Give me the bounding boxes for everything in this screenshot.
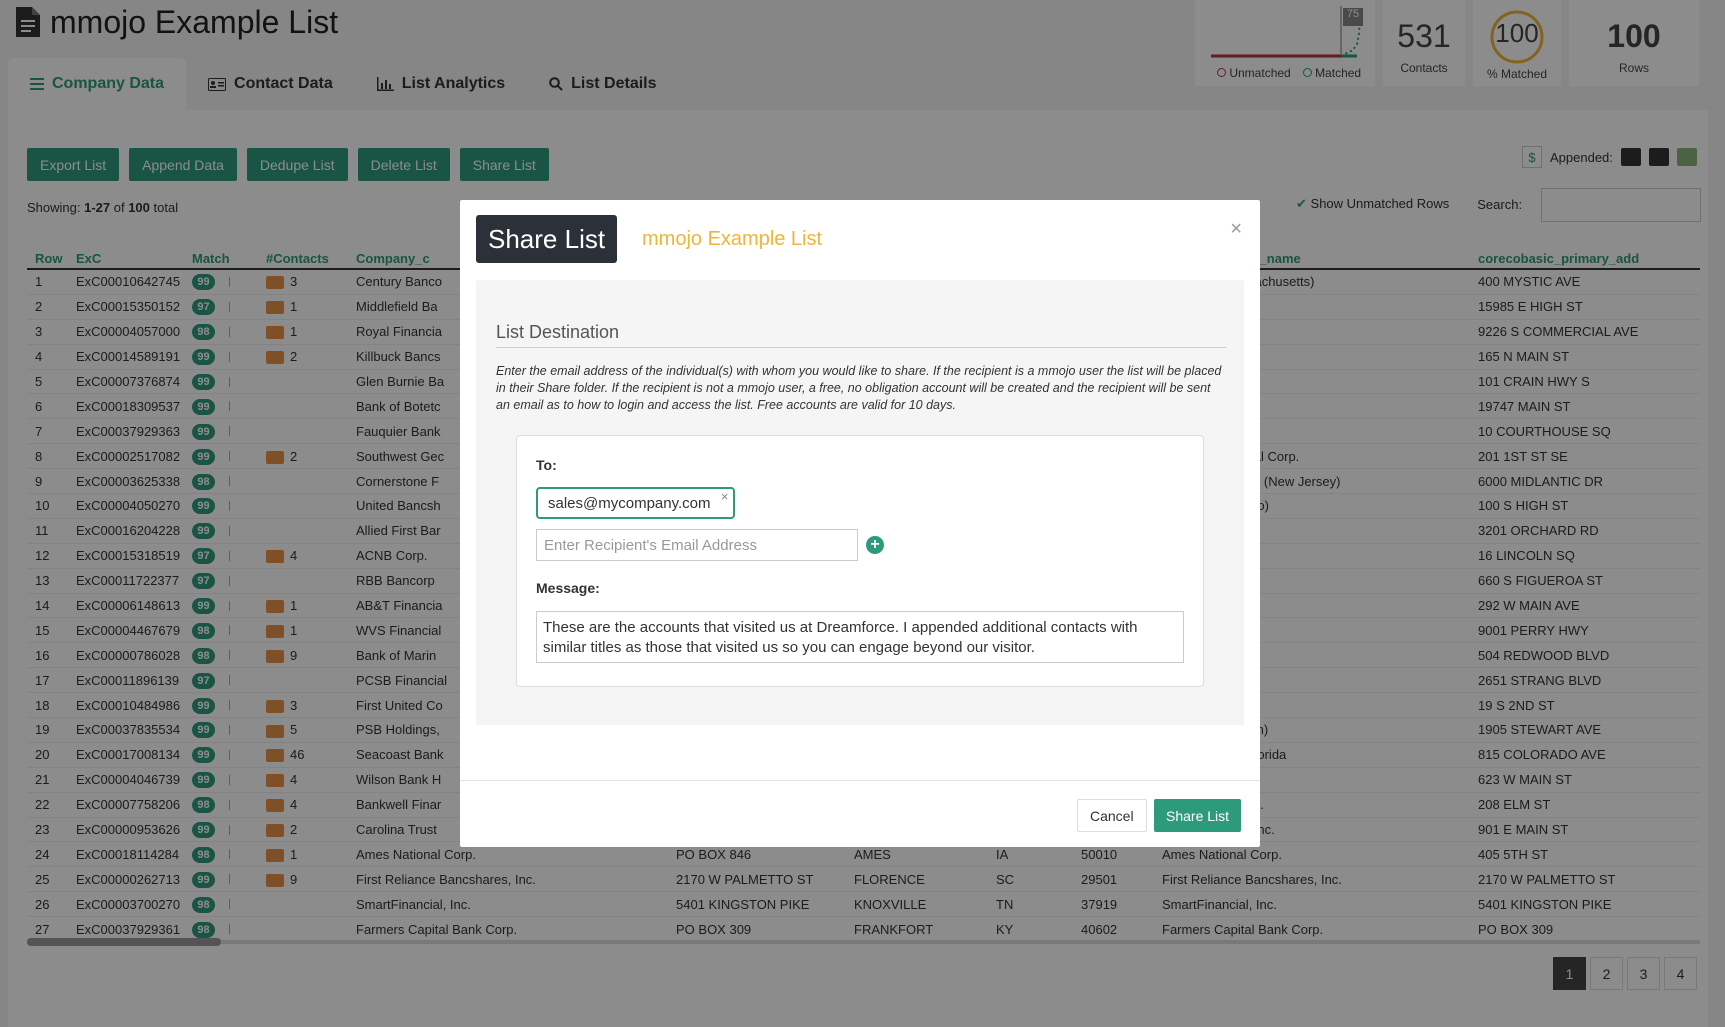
recipient-chip[interactable]: sales@mycompany.com × <box>536 487 735 519</box>
to-label: To: <box>536 457 557 473</box>
modal-body: List Destination Enter the email address… <box>476 280 1244 725</box>
share-list-modal: Share List mmojo Example List × List Des… <box>460 200 1260 847</box>
section-title: List Destination <box>496 322 1226 348</box>
share-form: To: sales@mycompany.com × Enter Recipien… <box>516 435 1204 687</box>
share-instructions: Enter the email address of the individua… <box>496 364 1222 412</box>
recipient-email-input[interactable]: Enter Recipient's Email Address <box>536 529 858 561</box>
app-window: mmojo Example List Company Data Contact … <box>0 0 1725 1027</box>
message-label: Message: <box>536 580 600 596</box>
modal-title: Share List <box>476 215 618 263</box>
close-icon[interactable]: × <box>1230 218 1242 241</box>
share-list-button[interactable]: Share List <box>1154 799 1242 832</box>
remove-recipient-icon[interactable]: × <box>721 489 729 504</box>
add-recipient-icon[interactable]: + <box>866 536 884 554</box>
modal-footer: Cancel Share List <box>460 780 1260 847</box>
recipient-chip-email: sales@mycompany.com <box>548 494 711 512</box>
modal-list-name: mmojo Example List <box>642 228 823 250</box>
cancel-button[interactable]: Cancel <box>1077 799 1147 832</box>
message-textarea[interactable]: These are the accounts that visited us a… <box>536 611 1184 663</box>
